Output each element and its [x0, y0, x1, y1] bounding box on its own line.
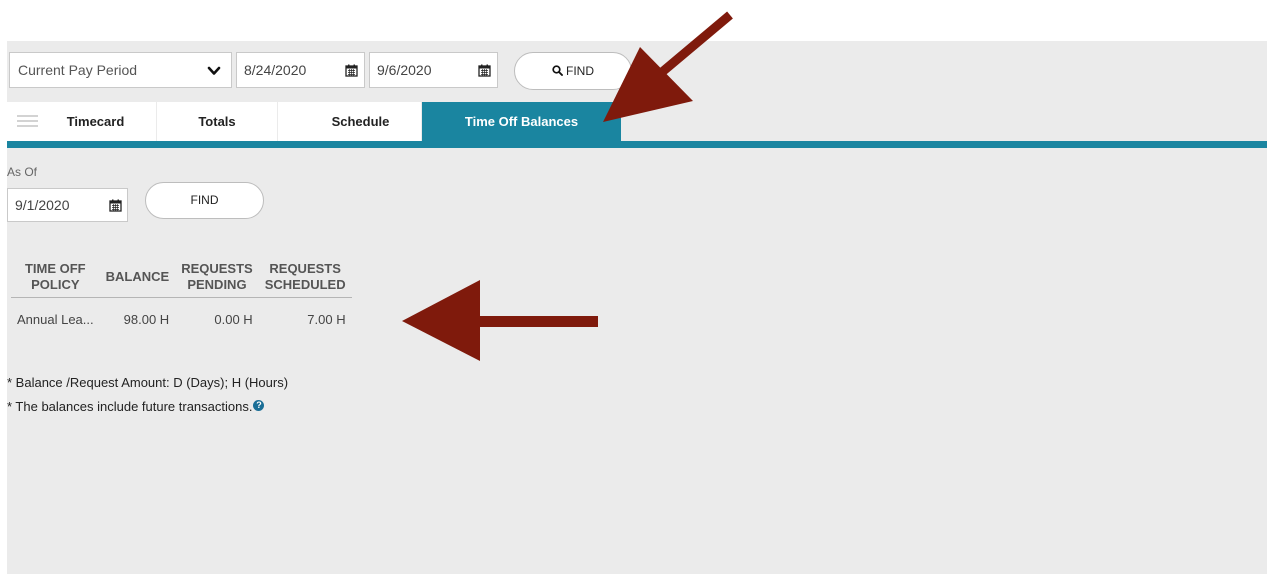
- table-header-row: TIME OFF POLICY BALANCE REQUESTS PENDING…: [11, 259, 352, 298]
- as-of-label: As Of: [7, 165, 38, 179]
- tab-bar: Timecard Totals Schedule Time Off Balanc…: [7, 102, 1267, 141]
- col-header-line: SCHEDULED: [264, 277, 346, 292]
- future-transactions-note: * The balances include future transactio…: [7, 399, 265, 414]
- future-transactions-text: * The balances include future transactio…: [7, 399, 253, 414]
- pay-period-select[interactable]: Current Pay Period: [9, 52, 232, 88]
- calendar-icon[interactable]: [478, 64, 491, 77]
- search-icon: [552, 65, 563, 76]
- tab-schedule[interactable]: Schedule: [278, 102, 421, 141]
- find-button-label: FIND: [566, 64, 594, 78]
- col-header-line: PENDING: [187, 277, 247, 292]
- end-date-value: 9/6/2020: [377, 62, 432, 78]
- table-row[interactable]: Annual Lea... 98.00 H 0.00 H 7.00 H: [11, 298, 352, 334]
- policy-cell[interactable]: Annual Lea...: [11, 298, 100, 334]
- as-of-find-button[interactable]: FIND: [145, 182, 264, 219]
- as-of-date-field[interactable]: 9/1/2020: [7, 188, 128, 222]
- end-date-field[interactable]: 9/6/2020: [369, 52, 498, 88]
- chevron-down-icon: [207, 66, 221, 75]
- scheduled-cell: 7.00 H: [307, 312, 346, 327]
- tab-underline: [7, 141, 1267, 148]
- col-header-line: BALANCE: [105, 269, 170, 284]
- balances-table: TIME OFF POLICY BALANCE REQUESTS PENDING…: [11, 259, 352, 333]
- tab-totals-label: Totals: [198, 114, 236, 129]
- calendar-icon[interactable]: [109, 199, 122, 212]
- tab-timecard[interactable]: Timecard: [7, 102, 156, 141]
- col-requests-scheduled[interactable]: REQUESTS SCHEDULED: [258, 259, 352, 298]
- col-time-off-policy[interactable]: TIME OFF POLICY: [11, 259, 100, 298]
- balance-cell: 98.00 H: [123, 312, 170, 327]
- pending-cell: 0.00 H: [214, 312, 253, 327]
- tab-schedule-label: Schedule: [331, 114, 390, 129]
- app-panel: Current Pay Period 8/24/2020 9/6/2020 FI…: [7, 41, 1267, 574]
- start-date-field[interactable]: 8/24/2020: [236, 52, 365, 88]
- as-of-date-value: 9/1/2020: [15, 197, 70, 213]
- col-header-line: TIME OFF: [24, 261, 86, 276]
- col-requests-pending[interactable]: REQUESTS PENDING: [175, 259, 259, 298]
- help-icon[interactable]: ?: [253, 400, 265, 411]
- col-header-line: REQUESTS: [269, 261, 341, 276]
- calendar-icon[interactable]: [345, 64, 358, 77]
- pay-period-value: Current Pay Period: [18, 62, 138, 78]
- col-header-line: POLICY: [31, 277, 80, 292]
- menu-icon[interactable]: [17, 115, 38, 128]
- tab-totals[interactable]: Totals: [157, 102, 277, 141]
- start-date-value: 8/24/2020: [244, 62, 307, 78]
- tab-time-off-balances[interactable]: Time Off Balances: [422, 102, 621, 141]
- col-header-line: REQUESTS: [181, 261, 253, 276]
- tab-time-off-balances-label: Time Off Balances: [464, 114, 579, 129]
- as-of-find-label: FIND: [190, 193, 219, 207]
- balance-units-note: * Balance /Request Amount: D (Days); H (…: [7, 375, 289, 390]
- find-button[interactable]: FIND: [514, 52, 632, 90]
- tab-timecard-label: Timecard: [66, 114, 125, 129]
- col-balance[interactable]: BALANCE: [99, 259, 176, 298]
